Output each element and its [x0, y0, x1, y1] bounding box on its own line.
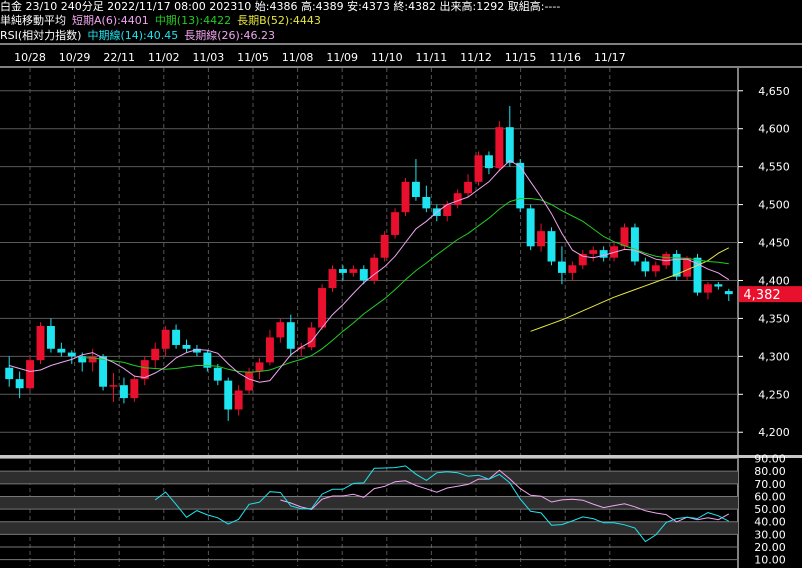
- price-tick-label: 4,250: [758, 388, 790, 401]
- candle-up: [245, 371, 254, 391]
- candle-down: [99, 356, 108, 387]
- candle-up: [391, 212, 400, 235]
- rsi-band: [0, 471, 738, 484]
- price-tick-label: 4,600: [758, 123, 790, 136]
- candle-down: [630, 227, 639, 262]
- candle-up: [703, 284, 712, 293]
- candle-up: [474, 155, 483, 182]
- candle-down: [286, 322, 295, 349]
- candle-down: [547, 231, 556, 262]
- candle-up: [568, 265, 577, 273]
- candle-down: [724, 291, 733, 295]
- candle-down: [641, 261, 650, 272]
- price-tick-label: 4,650: [758, 85, 790, 98]
- date-tick-label: 11/10: [371, 51, 403, 64]
- date-tick-label: 11/08: [282, 51, 314, 64]
- price-tick-label: 4,200: [758, 426, 790, 439]
- panel-separator: [0, 455, 802, 458]
- candle-up: [151, 348, 160, 361]
- rsi-tick-label: 90.00: [754, 453, 786, 466]
- candle-down: [172, 329, 181, 345]
- price-tick-label: 4,450: [758, 237, 790, 250]
- candle-up: [662, 253, 671, 266]
- candle-up: [401, 181, 410, 213]
- price-tick-label: 4,300: [758, 350, 790, 363]
- candle-up: [620, 227, 629, 247]
- price-tick-label: 4,500: [758, 199, 790, 212]
- candle-up: [36, 326, 45, 361]
- candle-up: [161, 329, 170, 349]
- candle-down: [411, 181, 420, 197]
- rsi-tick-label: 80.00: [754, 465, 786, 478]
- candle-up: [495, 127, 504, 169]
- rsi-tick-label: 70.00: [754, 478, 786, 491]
- date-tick-label: 11/09: [326, 51, 358, 64]
- candle-up: [328, 269, 337, 289]
- rsi-tick-label: 60.00: [754, 490, 786, 503]
- candle-up: [537, 231, 546, 247]
- candle-down: [359, 269, 368, 281]
- date-tick-label: 22/11: [103, 51, 135, 64]
- candle-down: [714, 284, 723, 287]
- candle-up: [130, 379, 139, 399]
- candle-down: [557, 261, 566, 273]
- candle-down: [46, 326, 55, 349]
- date-tick-label: 11/05: [237, 51, 269, 64]
- date-tick-label: 11/02: [148, 51, 180, 64]
- price-tick-label: 4,550: [758, 161, 790, 174]
- rsi-tick-label: 50.00: [754, 503, 786, 516]
- candle-down: [599, 250, 608, 258]
- candle-down: [15, 379, 24, 389]
- price-tick-label: 4,400: [758, 274, 790, 287]
- candle-down: [67, 352, 76, 357]
- candle-down: [5, 367, 14, 380]
- candle-up: [88, 356, 97, 363]
- candle-down: [526, 208, 535, 247]
- candle-down: [57, 348, 66, 353]
- candle-up: [349, 269, 358, 273]
- ma-mid-line: [82, 198, 729, 373]
- candle-up: [234, 390, 243, 410]
- candle-up: [26, 360, 35, 389]
- date-tick-label: 10/29: [59, 51, 91, 64]
- candle-down: [338, 269, 347, 273]
- candle-up: [109, 385, 118, 387]
- date-tick-label: 10/28: [14, 51, 46, 64]
- candle-down: [422, 197, 431, 209]
- candle-down: [119, 385, 128, 399]
- rsi-tick-label: 40.00: [754, 516, 786, 529]
- candle-up: [380, 234, 389, 258]
- date-tick-label: 11/16: [549, 51, 581, 64]
- candle-down: [484, 155, 493, 169]
- candle-up: [318, 288, 327, 328]
- ma-short-line: [9, 159, 730, 383]
- price-tick-label: 4,350: [758, 312, 790, 325]
- candle-up: [651, 265, 660, 272]
- candle-down: [78, 356, 87, 363]
- date-tick-label: 11/03: [193, 51, 225, 64]
- rsi-tick-label: 30.00: [754, 528, 786, 541]
- candle-up: [255, 362, 264, 372]
- candle-down: [213, 367, 222, 381]
- date-tick-label: 11/12: [460, 51, 492, 64]
- rsi-band: [0, 521, 738, 535]
- candle-down: [516, 162, 525, 209]
- date-tick-label: 11/17: [594, 51, 626, 64]
- date-tick-label: 11/11: [416, 51, 448, 64]
- date-tick-label: 11/15: [505, 51, 537, 64]
- candle-up: [589, 250, 598, 254]
- candle-up: [453, 193, 462, 205]
- candle-down: [224, 380, 233, 410]
- rsi-band: [0, 496, 738, 510]
- candle-up: [464, 181, 473, 194]
- last-price-label: 4,382: [743, 288, 780, 303]
- rsi-tick-label: 10.00: [754, 554, 786, 567]
- candle-down: [505, 127, 514, 163]
- candle-down: [182, 344, 191, 349]
- price-chart[interactable]: 10/28 10/29 22/11 11/02 11/03 11/05 11/08 11/09…: [0, 0, 802, 568]
- candle-up: [265, 337, 274, 363]
- rsi-tick-label: 20.00: [754, 541, 786, 554]
- candle-up: [276, 322, 285, 338]
